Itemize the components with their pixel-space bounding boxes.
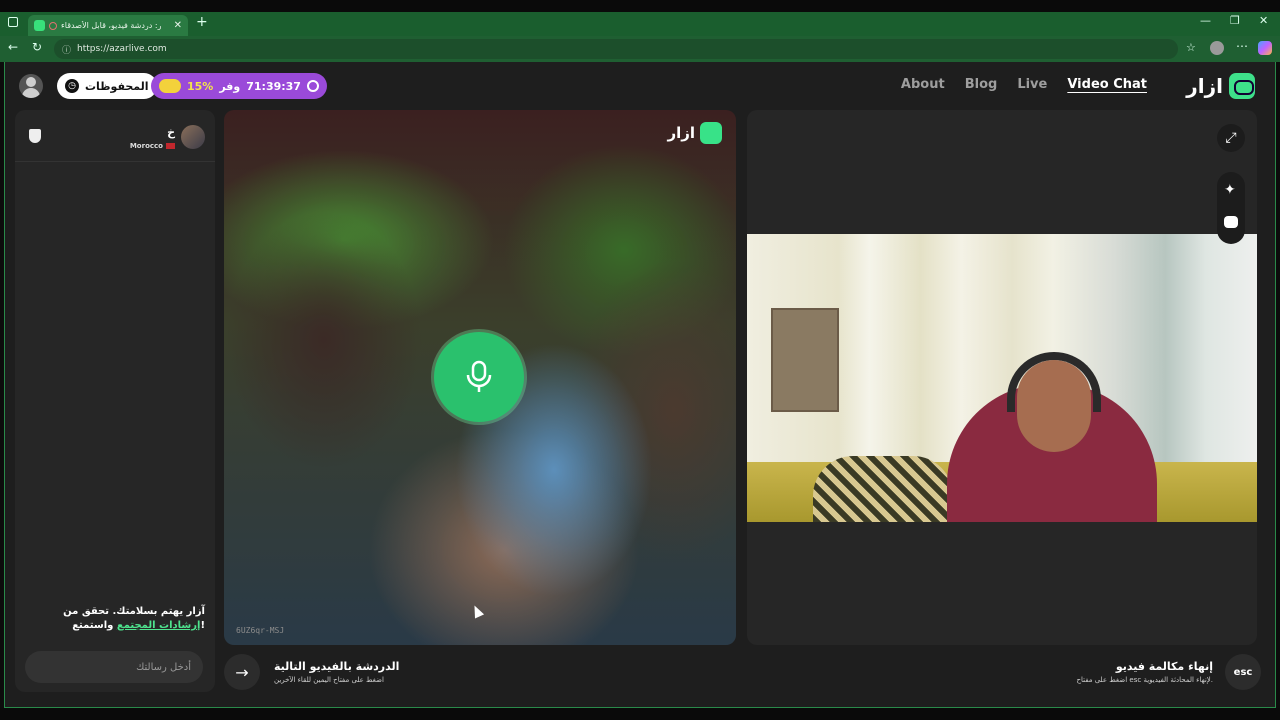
nav-live[interactable]: Live — [1017, 77, 1047, 92]
message-input[interactable]: أدخل رسالتك — [25, 651, 203, 683]
user-avatar-icon[interactable] — [19, 74, 43, 98]
logo-text: ازار — [1186, 74, 1223, 98]
mic-button[interactable] — [434, 332, 524, 422]
self-video-panel: ⤢ ✦ — [747, 110, 1257, 645]
end-subtitle: اضغط على مفتاح esc لإنهاء المحادثة الفيد… — [1076, 676, 1213, 684]
recording-icon — [49, 21, 57, 30]
next-arrow-icon[interactable]: → — [224, 654, 260, 690]
tab-close-icon[interactable]: ✕ — [174, 20, 182, 31]
main-nav: About Blog Live Video Chat — [901, 77, 1147, 92]
history-icon: ◷ — [65, 79, 79, 93]
chat-panel: خ Morocco آزار يهتم بسلامتك. تحقق من إرش… — [15, 110, 215, 692]
remote-video: ازار 6UZ6qr-MSJ — [224, 110, 736, 645]
morocco-flag-icon — [166, 143, 175, 149]
saved-button[interactable]: ◷ المحفوظات — [57, 73, 157, 99]
sparkle-effects-icon[interactable]: ✦ — [1224, 182, 1236, 198]
self-video — [747, 234, 1257, 522]
app-header: ◷ المحفوظات 15% وفر 71:39:37 About Blog … — [5, 62, 1277, 110]
back-icon[interactable]: ← — [8, 40, 18, 54]
mouse-cursor-icon — [469, 603, 485, 619]
url-field[interactable]: ⓘ https://azarlive.com — [54, 39, 1178, 59]
peer-info: خ Morocco — [15, 110, 215, 162]
next-chat-bar[interactable]: → الدردشة بالفيديو التالية اضغط على مفتا… — [224, 652, 736, 692]
coins-icon — [159, 79, 181, 93]
tab-menu-icon[interactable] — [8, 17, 18, 27]
azar-favicon-icon — [34, 20, 45, 31]
azar-logo-icon — [1229, 73, 1255, 99]
copilot-icon[interactable] — [1258, 41, 1272, 55]
url-text: https://azarlive.com — [77, 44, 167, 54]
browser-tab-active[interactable]: آزار: دردشة فيديو، قابل الأصدقاء ✕ — [28, 15, 188, 36]
favorites-icon[interactable]: ☆ — [1186, 41, 1196, 54]
restore-icon[interactable]: ❐ — [1230, 14, 1240, 27]
azar-app: ◷ المحفوظات 15% وفر 71:39:37 About Blog … — [4, 62, 1276, 708]
azar-watermark: ازار — [667, 122, 722, 144]
face-filter-icon[interactable] — [1224, 216, 1238, 228]
window-close-icon[interactable]: ✕ — [1259, 14, 1268, 27]
end-title: إنهاء مكالمة فيديو — [1115, 660, 1213, 673]
tab-title: آزار: دردشة فيديو، قابل الأصدقاء — [61, 21, 161, 30]
peer-name: خ — [167, 126, 175, 139]
nav-video-chat[interactable]: Video Chat — [1067, 77, 1147, 92]
more-menu-icon[interactable]: ⋯ — [1236, 39, 1248, 53]
promo-timer: 71:39:37 — [246, 79, 301, 93]
new-tab-icon[interactable]: + — [196, 14, 208, 30]
promo-percent: 15% — [187, 79, 214, 93]
report-shield-icon[interactable] — [29, 129, 41, 143]
reload-icon[interactable]: ↻ — [32, 40, 42, 54]
browser-addressbar: ← ↻ ⓘ https://azarlive.com ☆ ⋯ — [0, 36, 1280, 62]
community-guidelines-link[interactable]: إرشادات المجتمع — [117, 620, 201, 631]
headset — [1007, 352, 1101, 412]
browser-tabbar: آزار: دردشة فيديو، قابل الأصدقاء ✕ + — ❐… — [0, 12, 1280, 36]
next-title: الدردشة بالفيديو التالية — [274, 660, 400, 673]
nav-about[interactable]: About — [901, 77, 945, 92]
expand-icon[interactable]: ⤢ — [1217, 124, 1245, 152]
end-call-bar[interactable]: إنهاء مكالمة فيديو اضغط على مفتاح esc لإ… — [1076, 652, 1261, 692]
wall-poster — [771, 308, 839, 412]
peer-avatar[interactable] — [181, 125, 205, 149]
safety-notice: آزار يهتم بسلامتك. تحقق من إرشادات المجت… — [63, 606, 205, 631]
promo-badge[interactable]: 15% وفر 71:39:37 — [151, 73, 327, 99]
blanket — [813, 456, 953, 522]
screen-bottom-edge — [0, 708, 1280, 720]
watermark-text: ازار — [667, 124, 695, 142]
peer-country: Morocco — [130, 142, 175, 150]
next-subtitle: اضغط على مفتاح اليمين للقاء الآخرين — [274, 676, 384, 684]
timer-icon — [306, 80, 319, 92]
azar-logo[interactable]: ازار — [1186, 73, 1255, 99]
promo-text: وفر — [219, 79, 241, 93]
saved-label: المحفوظات — [85, 79, 149, 93]
profile-icon[interactable] — [1210, 41, 1224, 55]
esc-button[interactable]: esc — [1225, 654, 1261, 690]
minimize-icon[interactable]: — — [1200, 14, 1211, 27]
session-code: 6UZ6qr-MSJ — [236, 626, 285, 635]
azar-watermark-icon — [700, 122, 722, 144]
nav-blog[interactable]: Blog — [965, 77, 998, 92]
screen-top-edge — [0, 0, 1280, 12]
microphone-icon — [466, 360, 492, 392]
effects-toolbar: ✦ — [1217, 172, 1245, 244]
site-info-icon[interactable]: ⓘ — [62, 43, 71, 56]
